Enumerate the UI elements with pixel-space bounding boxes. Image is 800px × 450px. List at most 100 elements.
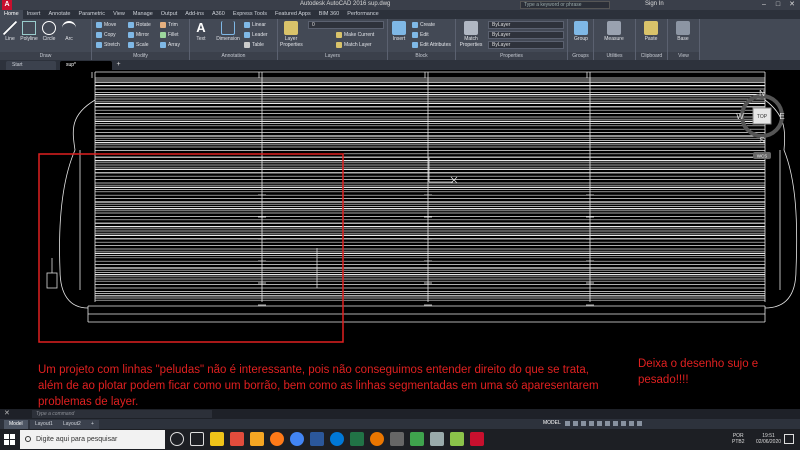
arc-button[interactable]: Arc <box>60 21 78 42</box>
layers-panel-title[interactable]: Layers <box>278 52 387 60</box>
snap-icon[interactable] <box>573 421 578 426</box>
otrack-icon[interactable] <box>605 421 610 426</box>
workspace-gear-icon[interactable] <box>629 421 634 426</box>
color-dropdown[interactable]: ByLayer <box>488 21 564 29</box>
app-icon-2[interactable] <box>250 432 264 446</box>
compass-east[interactable]: E <box>779 112 784 121</box>
autocad-logo-icon[interactable]: A <box>2 0 12 10</box>
new-tab-button[interactable]: + <box>114 61 123 69</box>
compass-north[interactable]: N <box>759 89 765 98</box>
mirror-button[interactable]: Mirror <box>128 31 149 39</box>
copy-button[interactable]: Copy <box>96 31 116 39</box>
lineweight-icon[interactable] <box>613 421 618 426</box>
tab-home[interactable]: Home <box>0 10 23 19</box>
tab-performance[interactable]: Performance <box>343 10 383 19</box>
linetype-dropdown[interactable]: ByLayer <box>488 31 564 39</box>
doc-tab-start[interactable]: Start <box>6 61 56 70</box>
make-current-button[interactable]: Make Current <box>336 31 374 39</box>
properties-panel-title[interactable]: Properties <box>456 52 567 60</box>
close-command-icon[interactable]: ✕ <box>4 409 10 417</box>
measure-button[interactable]: Measure <box>602 21 626 42</box>
tab-insert[interactable]: Insert <box>23 10 45 19</box>
scale-button[interactable]: Scale <box>128 41 149 49</box>
osnap-icon[interactable] <box>597 421 602 426</box>
lineweight-dropdown[interactable]: ByLayer <box>488 41 564 49</box>
text-button[interactable]: A Text <box>192 21 210 43</box>
group-button[interactable]: Group <box>572 21 590 42</box>
add-layout-button[interactable]: + <box>86 420 99 429</box>
firefox-icon[interactable] <box>270 432 284 446</box>
tab-annotate[interactable]: Annotate <box>44 10 74 19</box>
notification-icon[interactable] <box>784 434 794 444</box>
tab-featured-apps[interactable]: Featured Apps <box>271 10 315 19</box>
sign-in-button[interactable]: Sign In <box>645 1 664 7</box>
groups-panel-title[interactable]: Groups <box>568 52 593 60</box>
edge-icon[interactable] <box>330 432 344 446</box>
tab-layout2[interactable]: Layout2 <box>58 420 86 429</box>
linear-button[interactable]: Linear <box>244 21 266 29</box>
match-properties-button[interactable]: Match Properties <box>458 21 484 48</box>
move-button[interactable]: Move <box>96 21 116 29</box>
leader-button[interactable]: Leader <box>244 31 268 39</box>
chrome-icon[interactable] <box>290 432 304 446</box>
polar-icon[interactable] <box>589 421 594 426</box>
block-panel-title[interactable]: Block <box>388 52 455 60</box>
excel-icon[interactable] <box>350 432 364 446</box>
tab-bim-360[interactable]: BIM 360 <box>315 10 343 19</box>
close-button[interactable]: ✕ <box>786 0 798 10</box>
system-clock[interactable]: 19:51 02/06/2020 <box>756 433 781 445</box>
layer-properties-button[interactable]: Layer Properties <box>280 21 303 48</box>
utilities-panel-title[interactable]: Utilities <box>594 52 635 60</box>
app-icon-4[interactable] <box>410 432 424 446</box>
table-button[interactable]: Table <box>244 41 264 49</box>
rotate-button[interactable]: Rotate <box>128 21 151 29</box>
clipboard-panel-title[interactable]: Clipboard <box>636 52 667 60</box>
line-button[interactable]: Line <box>1 21 19 42</box>
fillet-button[interactable]: Fillet <box>160 31 179 39</box>
task-view-icon[interactable] <box>190 432 204 446</box>
customization-icon[interactable] <box>637 421 642 426</box>
help-search-input[interactable]: Type a keyword or phrase <box>520 1 610 9</box>
annotation-scale-icon[interactable] <box>621 421 626 426</box>
dimension-button[interactable]: Dimension <box>216 21 240 42</box>
modify-panel-title[interactable]: Modify <box>92 52 189 60</box>
edit-attributes-button[interactable]: Edit Attributes <box>412 41 451 49</box>
language-indicator[interactable]: POR PTB2 <box>732 433 745 445</box>
file-explorer-icon[interactable] <box>210 432 224 446</box>
paste-button[interactable]: Paste <box>642 21 660 42</box>
tab-express-tools[interactable]: Express Tools <box>229 10 271 19</box>
minimize-button[interactable]: – <box>758 0 770 10</box>
base-button[interactable]: Base <box>674 21 692 42</box>
word-icon[interactable] <box>310 432 324 446</box>
stretch-button[interactable]: Stretch <box>96 41 120 49</box>
insert-button[interactable]: Insert <box>390 21 408 42</box>
app-icon-6[interactable] <box>450 432 464 446</box>
edit-block-button[interactable]: Edit <box>412 31 429 39</box>
maximize-button[interactable]: □ <box>772 0 784 10</box>
compass-west[interactable]: W <box>736 112 744 121</box>
blender-icon[interactable] <box>370 432 384 446</box>
app-icon-1[interactable] <box>230 432 244 446</box>
tab-parametric[interactable]: Parametric <box>74 10 109 19</box>
taskbar-search-input[interactable]: Digite aqui para pesquisar <box>20 430 165 449</box>
viewcube[interactable]: TOP N S E W WCS <box>736 89 785 159</box>
tab-add-ins[interactable]: Add-ins <box>181 10 208 19</box>
cortana-icon[interactable] <box>170 432 184 446</box>
trim-button[interactable]: Trim <box>160 21 178 29</box>
polyline-button[interactable]: Polyline <box>20 21 38 42</box>
compass-south[interactable]: S <box>759 136 764 145</box>
view-panel-title[interactable]: View <box>668 52 699 60</box>
grid-icon[interactable] <box>565 421 570 426</box>
tab-a360[interactable]: A360 <box>208 10 229 19</box>
doc-tab-sup[interactable]: sup* <box>60 61 112 70</box>
command-input[interactable]: Type a command <box>32 410 212 418</box>
windows-start-icon[interactable] <box>4 434 15 445</box>
model-space-toggle[interactable]: MODEL <box>543 420 561 426</box>
array-button[interactable]: Array <box>160 41 180 49</box>
tab-view[interactable]: View <box>109 10 129 19</box>
tab-manage[interactable]: Manage <box>129 10 157 19</box>
tab-layout1[interactable]: Layout1 <box>30 420 58 429</box>
autocad-taskbar-icon[interactable] <box>470 432 484 446</box>
create-block-button[interactable]: Create <box>412 21 435 29</box>
match-layer-button[interactable]: Match Layer <box>336 41 372 49</box>
